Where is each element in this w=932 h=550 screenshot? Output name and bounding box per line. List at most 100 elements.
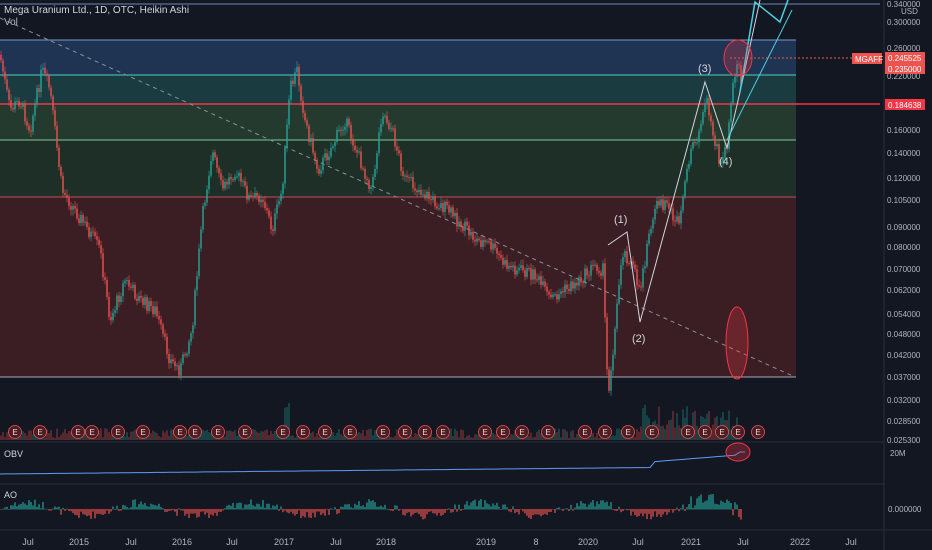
volume-bar xyxy=(274,430,276,440)
volume-bar xyxy=(256,431,258,440)
volume-bar xyxy=(162,430,164,440)
ao-bar xyxy=(314,509,316,518)
candle-body xyxy=(644,266,646,269)
ao-bar xyxy=(184,509,186,516)
ao-bar xyxy=(282,509,284,513)
candle-body xyxy=(12,108,14,110)
candle-body xyxy=(188,341,190,354)
ao-bar xyxy=(544,509,546,514)
ao-bar xyxy=(58,506,60,510)
ao-bar xyxy=(444,509,446,513)
candle-body xyxy=(24,103,26,122)
ao-bar xyxy=(430,509,432,512)
volume-bar xyxy=(638,431,640,440)
volume-bar xyxy=(56,428,58,440)
ao-bar xyxy=(538,509,540,515)
ao-bar xyxy=(66,508,68,510)
candle-body xyxy=(240,172,242,182)
ao-bar xyxy=(448,508,450,510)
earnings-markers[interactable]: EEEEEEEEEEEEEEEEEEEEEEEEEEEEEEE xyxy=(8,425,765,439)
volume-bar xyxy=(414,433,416,440)
candle-body xyxy=(574,282,576,289)
candle-body xyxy=(248,195,250,200)
ao-bar xyxy=(278,509,280,511)
candle-body xyxy=(394,128,396,147)
ao-bar xyxy=(44,508,46,510)
candle-body xyxy=(276,204,278,214)
ao-bar xyxy=(52,508,54,510)
ao-bar xyxy=(588,504,590,510)
candle-body xyxy=(478,238,480,241)
candle-body xyxy=(28,125,30,131)
candle-body xyxy=(104,277,106,280)
candle-body xyxy=(538,276,540,280)
candle-body xyxy=(418,189,420,193)
volume-bar xyxy=(224,436,226,440)
candle-body xyxy=(216,157,218,168)
volume-bar xyxy=(44,437,46,440)
ao-bar xyxy=(714,503,716,510)
price-tick-label: 0.090000 xyxy=(887,223,921,232)
ao-bar xyxy=(594,506,596,510)
ao-bar xyxy=(702,502,704,510)
ao-bar xyxy=(190,509,192,514)
ao-bar xyxy=(312,509,314,513)
ao-bar xyxy=(734,502,736,510)
candle-body xyxy=(734,76,736,83)
ao-bar xyxy=(740,509,742,520)
candle-body xyxy=(100,245,102,254)
candle-body xyxy=(186,353,188,356)
symbol-title[interactable]: Mega Uranium Ltd., 1D, OTC, Heikin Ashi xyxy=(4,5,189,17)
candle-body xyxy=(730,103,732,123)
obv-highlight-ellipse[interactable] xyxy=(725,442,751,462)
earnings-marker-label: E xyxy=(602,428,607,437)
earnings-marker-label: E xyxy=(300,428,305,437)
ao-bar xyxy=(700,494,702,510)
candle-body xyxy=(342,129,344,131)
ao-bar xyxy=(194,509,196,514)
volume-bar xyxy=(412,436,414,440)
candle-body xyxy=(16,100,18,102)
ao-bar xyxy=(366,502,368,510)
candle-body xyxy=(152,306,154,315)
ao-bar xyxy=(396,505,398,510)
volume-bar xyxy=(510,434,512,440)
ao-bar xyxy=(208,509,210,519)
candle-body xyxy=(434,196,436,207)
ao-bar xyxy=(142,504,144,510)
volume-bar xyxy=(618,428,620,440)
candle-body xyxy=(88,226,90,238)
candle-body xyxy=(4,71,6,80)
candle-body xyxy=(542,281,544,285)
candle-body xyxy=(552,294,554,298)
earnings-marker-label: E xyxy=(242,428,247,437)
candle-body xyxy=(280,193,282,201)
candle-body xyxy=(370,186,372,189)
highlight-ellipse-top[interactable] xyxy=(723,39,753,77)
ao-bar xyxy=(292,509,294,514)
ao-bar xyxy=(534,509,536,515)
candle-body xyxy=(470,231,472,236)
ao-bar xyxy=(694,505,696,510)
wave-label-3: (3) xyxy=(698,63,711,75)
candle-body xyxy=(126,279,128,281)
ao-bar xyxy=(338,509,340,514)
ao-bar xyxy=(2,508,4,510)
candle-body xyxy=(698,130,700,143)
highlight-ellipse-bottom[interactable] xyxy=(725,306,749,380)
ao-bar xyxy=(62,507,64,510)
volume-bar xyxy=(556,432,558,440)
chart-canvas[interactable]: (1) (2) (3) (4) E E E E E E E E E E E E E E E E E E E E E E E E… xyxy=(0,0,932,550)
ao-bar xyxy=(498,506,500,510)
volume-bar xyxy=(592,433,594,440)
symbol-badge: MGAFF xyxy=(855,55,883,64)
candle-body xyxy=(292,80,294,84)
ao-bar xyxy=(126,507,128,510)
ao-bar xyxy=(644,509,646,514)
ao-bar xyxy=(450,509,452,513)
ao-bar xyxy=(274,506,276,510)
ao-bar xyxy=(322,509,324,514)
volume-bar xyxy=(258,432,260,440)
time-tick-label: Jul xyxy=(330,537,342,547)
volume-bar xyxy=(252,429,254,440)
